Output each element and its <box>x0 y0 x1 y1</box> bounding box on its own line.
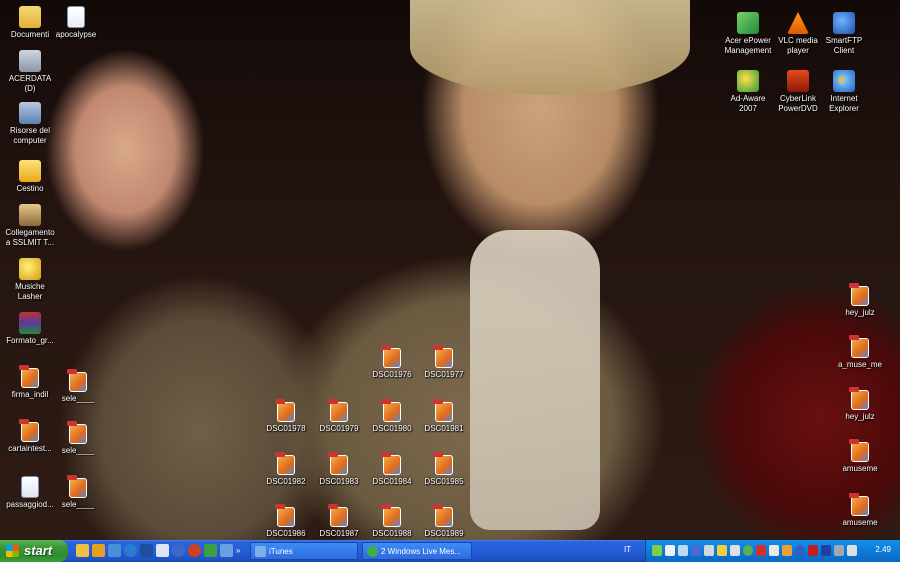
desktop-icon-internet-explorer[interactable]: Internet Explorer <box>806 70 882 114</box>
taskbar-button-itunes[interactable]: iTunes <box>250 542 358 560</box>
image-file-icon <box>67 421 87 444</box>
quicklaunch-app-icon[interactable] <box>188 544 201 557</box>
desktop-icon-apocalypse[interactable]: apocalypse <box>38 6 114 40</box>
text-file-icon <box>67 6 85 28</box>
tray-app-icon[interactable] <box>795 545 805 556</box>
start-button[interactable]: start <box>0 540 68 562</box>
tray-app-icon[interactable] <box>808 545 818 556</box>
desktop-icon-photo[interactable]: DSC01989 <box>406 504 482 539</box>
desktop-icon-formato-gr[interactable]: Formato_gr... <box>0 312 68 346</box>
image-file-icon <box>275 504 295 527</box>
image-file-icon <box>849 387 869 410</box>
tray-network-icon[interactable] <box>704 545 714 556</box>
image-file-icon <box>328 452 348 475</box>
tray-app-icon[interactable] <box>730 545 740 556</box>
quicklaunch-folder-icon[interactable] <box>92 544 105 557</box>
system-tray: 2.49 <box>645 540 900 562</box>
quicklaunch-app-icon[interactable] <box>172 544 185 557</box>
image-file-icon <box>19 365 39 388</box>
itunes-icon <box>255 546 266 557</box>
desktop-icon-photo[interactable]: DSC01981 <box>406 399 482 434</box>
windows-logo-icon <box>6 545 19 557</box>
taskbar-button-windows-live-messenger[interactable]: 2 Windows Live Mes... <box>362 542 472 560</box>
image-file-icon <box>849 439 869 462</box>
tray-app-icon[interactable] <box>665 545 675 556</box>
quicklaunch-ie-icon[interactable] <box>124 544 137 557</box>
quicklaunch-app-icon[interactable] <box>156 544 169 557</box>
desktop-icon-collegamento-sslmit[interactable]: Collegamento a SSLMIT T... <box>0 204 68 248</box>
desktop-icon-sele-1[interactable]: sele____ <box>40 369 116 404</box>
desktop-icon-hey-julz-2[interactable]: hey_julz <box>822 387 898 422</box>
network-shortcut-icon <box>19 204 41 226</box>
tray-app-icon[interactable] <box>743 545 753 556</box>
archive-icon <box>19 312 41 334</box>
acer-epower-icon <box>737 12 759 34</box>
image-file-icon <box>381 345 401 368</box>
drive-icon <box>19 50 41 72</box>
quicklaunch-app-icon[interactable] <box>140 544 153 557</box>
tray-app-icon[interactable] <box>834 545 844 556</box>
internet-explorer-icon <box>833 70 855 92</box>
desktop-icon-amuseme[interactable]: amuseme <box>822 439 898 474</box>
desktop-icon-musiche-lasher[interactable]: Musiche Lasher <box>0 258 68 302</box>
computer-icon <box>19 102 41 124</box>
desktop-icon-photo[interactable]: DSC01977 <box>406 345 482 380</box>
image-file-icon <box>381 452 401 475</box>
image-file-icon <box>849 493 869 516</box>
image-file-icon <box>19 419 39 442</box>
image-file-icon <box>849 283 869 306</box>
show-desktop-icon[interactable] <box>76 544 89 557</box>
image-file-icon <box>275 452 295 475</box>
tray-app-icon[interactable] <box>782 545 792 556</box>
desktop-icon-cestino[interactable]: Cestino <box>0 160 68 194</box>
wallpaper-photo-detail <box>470 230 600 530</box>
image-file-icon <box>67 369 87 392</box>
smartftp-icon <box>833 12 855 34</box>
desktop-icon-a-muse-me[interactable]: a_muse_me <box>822 335 898 370</box>
desktop-icon-hey-julz[interactable]: hey_julz <box>822 283 898 318</box>
image-file-icon <box>381 504 401 527</box>
tray-app-icon[interactable] <box>821 545 831 556</box>
ad-aware-icon <box>737 70 759 92</box>
taskbar: start » iTunes 2 Windows Live Mes... IT … <box>0 540 900 562</box>
image-file-icon <box>433 399 453 422</box>
desktop-icon-smartftp[interactable]: SmartFTP Client <box>806 12 882 56</box>
image-file-icon <box>433 452 453 475</box>
tray-app-icon[interactable] <box>756 545 766 556</box>
desktop-icon-risorse-del-computer[interactable]: Risorse del computer <box>0 102 68 146</box>
quicklaunch-app-icon[interactable] <box>204 544 217 557</box>
tray-app-icon[interactable] <box>652 545 662 556</box>
image-file-icon <box>328 504 348 527</box>
desktop-icon-photo[interactable]: DSC01985 <box>406 452 482 487</box>
windows-live-messenger-icon <box>367 546 378 557</box>
image-file-icon <box>328 399 348 422</box>
tray-app-icon[interactable] <box>691 545 701 556</box>
music-folder-icon <box>19 258 41 280</box>
desktop-icon-amuseme-2[interactable]: amuseme <box>822 493 898 528</box>
recycle-bin-icon <box>19 160 41 182</box>
image-file-icon <box>849 335 869 358</box>
image-file-icon <box>433 345 453 368</box>
quicklaunch-more-chevron-icon[interactable]: » <box>236 544 244 557</box>
desktop-icon-sele-2[interactable]: sele____ <box>40 421 116 456</box>
image-file-icon <box>67 475 87 498</box>
tray-volume-icon[interactable] <box>847 545 857 556</box>
document-icon <box>21 476 39 498</box>
desktop-icon-acerdata[interactable]: ACERDATA (D) <box>0 50 68 94</box>
language-indicator[interactable]: IT <box>624 545 631 554</box>
quicklaunch-app-icon[interactable] <box>220 544 233 557</box>
taskbar-clock[interactable]: 2.49 <box>875 545 891 554</box>
tray-app-icon[interactable] <box>769 545 779 556</box>
image-file-icon <box>275 399 295 422</box>
desktop-icon-sele-3[interactable]: sele____ <box>40 475 116 510</box>
wallpaper-photo-detail <box>410 0 690 95</box>
image-file-icon <box>381 399 401 422</box>
image-file-icon <box>433 504 453 527</box>
tray-app-icon[interactable] <box>678 545 688 556</box>
tray-app-icon[interactable] <box>717 545 727 556</box>
quicklaunch-media-icon[interactable] <box>108 544 121 557</box>
